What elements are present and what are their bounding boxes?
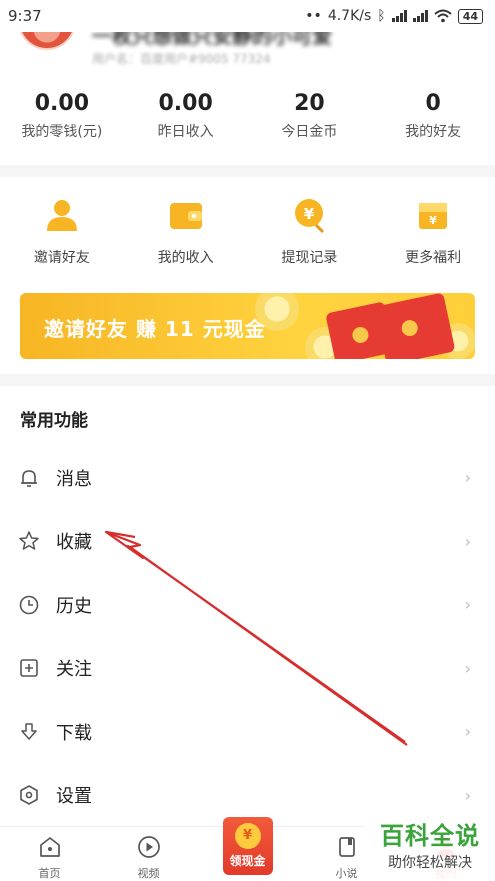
clock-icon [19, 595, 39, 615]
red-envelope-icon [374, 293, 456, 359]
stat-value: 0.00 [34, 91, 90, 116]
yen-coin-icon: ¥ [295, 199, 325, 234]
chevron-right-icon: › [464, 722, 471, 742]
menu-item-messages[interactable]: 消息 › [0, 446, 495, 510]
menu-item-favorites[interactable]: 收藏 › [0, 510, 495, 574]
menu-label: 收藏 [56, 532, 92, 554]
wallet-icon [169, 203, 202, 229]
star-icon [19, 531, 39, 550]
cash-coin-icon: ¥ [234, 823, 261, 849]
dots-icon: •• [305, 8, 322, 24]
chevron-right-icon: › [464, 595, 471, 615]
status-bar: 9:37 •• 4.7K/s ᛒ 44 [0, 0, 495, 32]
stat-friends[interactable]: 0 我的好友 [371, 89, 495, 165]
person-icon [46, 200, 77, 231]
user-name: 一枚只想做只安静的小可爱 [92, 32, 332, 48]
menu-label: 设置 [56, 786, 92, 808]
tab-label: 领现金 [229, 854, 266, 868]
battery-icon: 44 [457, 8, 483, 24]
stat-wallet[interactable]: 0.00 我的零钱(元) [0, 89, 124, 165]
watermark-title: 百科全说 [380, 822, 480, 850]
network-speed: 4.7K/s [327, 8, 372, 24]
watermark-subtitle: 助你轻松解决 [388, 855, 472, 871]
status-indicators: •• 4.7K/s ᛒ 44 [305, 8, 483, 24]
user-id: 用户名：百度用户#9005 77324 [92, 52, 271, 66]
cash-button[interactable]: ¥ 领现金 [222, 817, 273, 875]
tab-get-cash[interactable]: ¥ 领现金 [198, 817, 297, 881]
plus-square-icon [20, 659, 38, 678]
quick-invite-friends[interactable]: 邀请好友 [0, 195, 124, 267]
menu-label: 关注 [56, 659, 92, 681]
menu-label: 历史 [56, 595, 92, 617]
quick-label: 邀请好友 [33, 250, 90, 266]
home-icon [39, 837, 60, 857]
stat-label: 我的零钱(元) [21, 124, 103, 140]
chevron-right-icon: › [464, 531, 471, 551]
stat-label: 昨日收入 [157, 124, 214, 140]
section-divider [0, 165, 495, 177]
wifi-icon [434, 9, 452, 23]
chevron-right-icon: › [464, 468, 471, 488]
signal-icon-2 [412, 10, 428, 22]
invite-banner[interactable]: 邀请好友 赚 11 元现金 [20, 293, 475, 359]
book-icon [338, 837, 355, 857]
common-functions: 常用功能 消息 › 收藏 › 历史 › 关注 › 下载 › 设置 › [0, 386, 495, 827]
chevron-right-icon: › [464, 785, 471, 805]
stat-label: 今日金币 [281, 124, 338, 140]
tab-video[interactable]: 视频 [99, 827, 198, 881]
stat-label: 我的好友 [405, 124, 462, 140]
quick-withdraw-records[interactable]: ¥ 提现记录 [248, 195, 372, 267]
avatar[interactable] [18, 32, 76, 50]
svg-text:¥: ¥ [429, 214, 437, 227]
quick-more-benefits[interactable]: ¥ 更多福利 [371, 195, 495, 267]
section-title: 常用功能 [20, 411, 88, 431]
stats-row: 0.00 我的零钱(元) 0.00 昨日收入 20 今日金币 0 我的好友 [0, 77, 495, 165]
status-time: 9:37 [8, 7, 42, 25]
menu-item-following[interactable]: 关注 › [0, 637, 495, 701]
profile-header[interactable]: 一枚只想做只安静的小可爱 用户名：百度用户#9005 77324 [0, 32, 495, 77]
quick-my-income[interactable]: 我的收入 [124, 195, 248, 267]
menu-label: 消息 [56, 468, 92, 490]
tab-label: 视频 [137, 867, 160, 880]
menu-label: 下载 [56, 722, 92, 744]
quick-label: 提现记录 [281, 250, 338, 266]
quick-label: 更多福利 [405, 250, 462, 266]
bell-icon [21, 469, 37, 487]
stat-today-coins[interactable]: 20 今日金币 [248, 89, 372, 165]
download-icon [21, 723, 37, 740]
stat-value: 0.00 [158, 91, 213, 116]
menu-item-downloads[interactable]: 下载 › [0, 700, 495, 764]
banner-text: 邀请好友 赚 11 元现金 [44, 317, 266, 341]
quick-actions: 邀请好友 我的收入 ¥ 提现记录 ¥ 更多福利 邀请好友 赚 11 元现金 [0, 177, 495, 374]
menu-item-history[interactable]: 历史 › [0, 573, 495, 637]
section-divider [0, 374, 495, 386]
watermark: 百科全说 助你轻松解决 [365, 820, 495, 881]
svg-text:¥: ¥ [304, 205, 315, 223]
play-icon [137, 836, 160, 858]
bluetooth-icon: ᛒ [377, 8, 386, 24]
stat-value: 20 [294, 91, 325, 116]
signal-icon [391, 10, 407, 22]
gift-card-icon: ¥ [419, 203, 448, 229]
settings-hex-icon [20, 785, 38, 806]
chevron-right-icon: › [464, 658, 471, 678]
tab-home[interactable]: 首页 [0, 827, 99, 881]
tab-label: 首页 [38, 867, 61, 880]
quick-label: 我的收入 [157, 250, 214, 266]
stat-value: 0 [425, 91, 441, 116]
stat-yesterday-income[interactable]: 0.00 昨日收入 [124, 89, 248, 165]
